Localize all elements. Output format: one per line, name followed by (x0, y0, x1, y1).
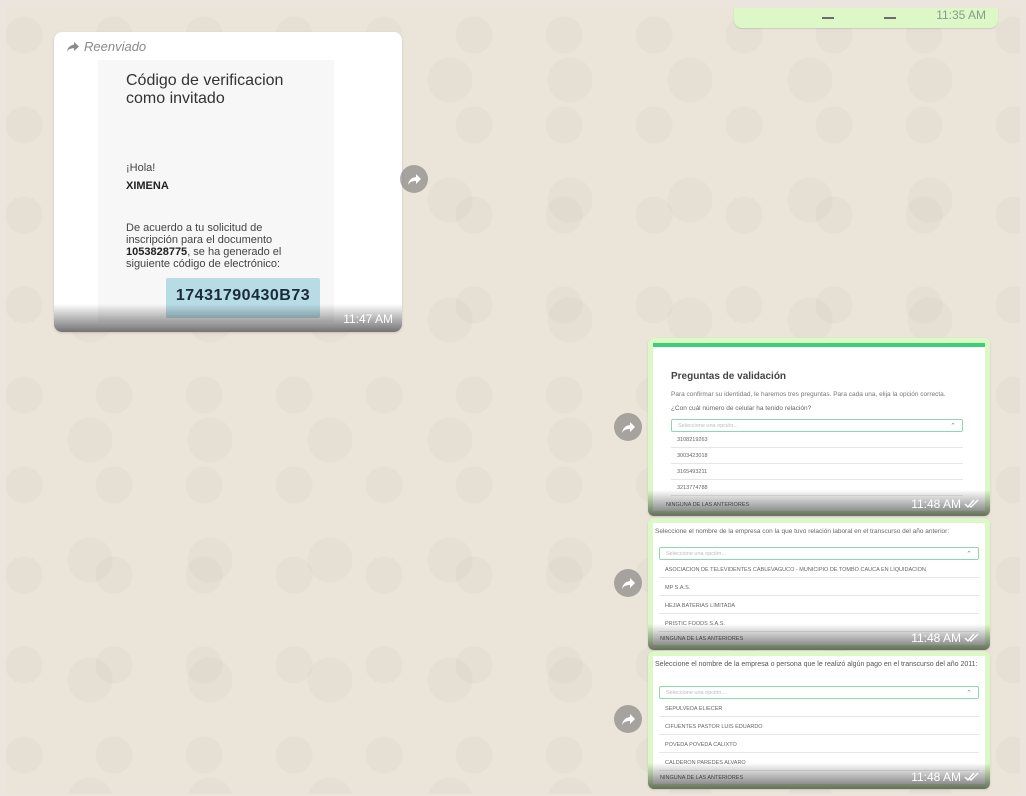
forwarded-label: Reenviado (66, 39, 146, 54)
text-fragment (822, 17, 834, 19)
employer-question-image[interactable]: Seleccione el nombre de la empresa con l… (648, 518, 990, 650)
forward-arrow-icon (67, 41, 79, 52)
chevron-up-icon: ⌃ (950, 423, 956, 430)
message-time: 11:47 AM (343, 312, 393, 326)
message-status: 11:48 AM (911, 770, 980, 784)
form-description: Para confirmar su identidad, le haremos … (671, 391, 946, 398)
question-text: ¿Con cuál número de celular ha tenido re… (671, 405, 812, 412)
list-item-last: NINGUNA DE LAS ANTERIORES (660, 775, 744, 781)
document-number: 1053828775 (126, 246, 188, 258)
select-placeholder: Seleccione una opción... (666, 551, 726, 557)
text-fragment (884, 17, 896, 19)
chat-background: 11:35 AM Reenviado Código de verificacio… (6, 8, 1020, 794)
question-text: Seleccione el nombre de la empresa con l… (655, 528, 950, 535)
list-item: 3165493211 (671, 464, 963, 480)
message-status: 11:48 AM (911, 631, 980, 645)
form-screenshot: Preguntas de validación Para confirmar s… (653, 343, 985, 511)
select-placeholder: Seleccione una opción... (678, 423, 738, 429)
email-body-start: De acuerdo a tu solicitud de inscripción… (126, 222, 273, 246)
list-item: POVEDA POVEDA CALIXTO (659, 737, 979, 753)
list-item-last: NINGUNA DE LAS ANTERIORES (660, 636, 744, 642)
answer-select: Seleccione una opción... ⌃ (671, 419, 963, 432)
email-greeting: ¡Hola! (126, 162, 156, 174)
validation-questions-image[interactable]: Preguntas de validación Para confirmar s… (648, 338, 990, 516)
outgoing-message-partial[interactable]: 11:35 AM (734, 8, 998, 28)
forward-share-button[interactable] (400, 165, 428, 193)
list-item: ASOCIACION DE TELEVIDENTES CABLEVAGUCO -… (659, 562, 979, 578)
message-time: 11:48 AM (911, 497, 961, 511)
payment-question-image[interactable]: Seleccione el nombre de la empresa o per… (648, 651, 990, 789)
list-item-last: NINGUNA DE LAS ANTERIORES (666, 502, 750, 508)
message-time: 11:48 AM (911, 770, 961, 784)
chevron-up-icon: ⌃ (966, 690, 972, 697)
email-recipient-name: XIMENA (126, 180, 169, 192)
share-arrow-icon (621, 421, 635, 433)
list-item: HEJIA BATERIAS LIMITADA (659, 598, 979, 614)
answer-select: Seleccione una opción... ⌃ (659, 686, 979, 699)
forwarded-text: Reenviado (84, 39, 147, 54)
form-title: Preguntas de validación (671, 371, 787, 382)
forwarded-image-message[interactable]: Reenviado Código de verificacion como in… (54, 32, 402, 332)
answer-select: Seleccione una opción... ⌃ (659, 547, 979, 560)
list-item: 3003423018 (671, 448, 963, 464)
verification-code: 17431790430B73 (175, 287, 311, 304)
question-text: Seleccione el nombre de la empresa o per… (655, 661, 978, 668)
forward-share-button[interactable] (614, 569, 642, 597)
email-body: De acuerdo a tu solicitud de inscripción… (126, 222, 312, 270)
double-check-icon (964, 499, 979, 509)
message-time: 11:35 AM (936, 8, 986, 22)
chevron-up-icon: ⌃ (966, 551, 972, 558)
message-time: 11:48 AM (911, 631, 961, 645)
message-status: 11:48 AM (911, 497, 980, 511)
list-item: 3108219263 (671, 432, 963, 448)
select-placeholder: Seleccione una opción... (666, 690, 726, 696)
accent-bar (653, 343, 985, 347)
list-item: SEPULVEDA ELIECER (659, 701, 979, 717)
share-arrow-icon (407, 173, 421, 185)
share-arrow-icon (621, 577, 635, 589)
double-check-icon (964, 772, 979, 782)
forward-share-button[interactable] (614, 705, 642, 733)
forward-share-button[interactable] (614, 413, 642, 441)
email-subject: Código de verificacion como invitado (126, 72, 284, 107)
list-item: MP S.A.S. (659, 580, 979, 596)
list-item: CIFUENTES PASTOR LUIS EDUARDO (659, 719, 979, 735)
double-check-icon (964, 633, 979, 643)
share-arrow-icon (621, 713, 635, 725)
